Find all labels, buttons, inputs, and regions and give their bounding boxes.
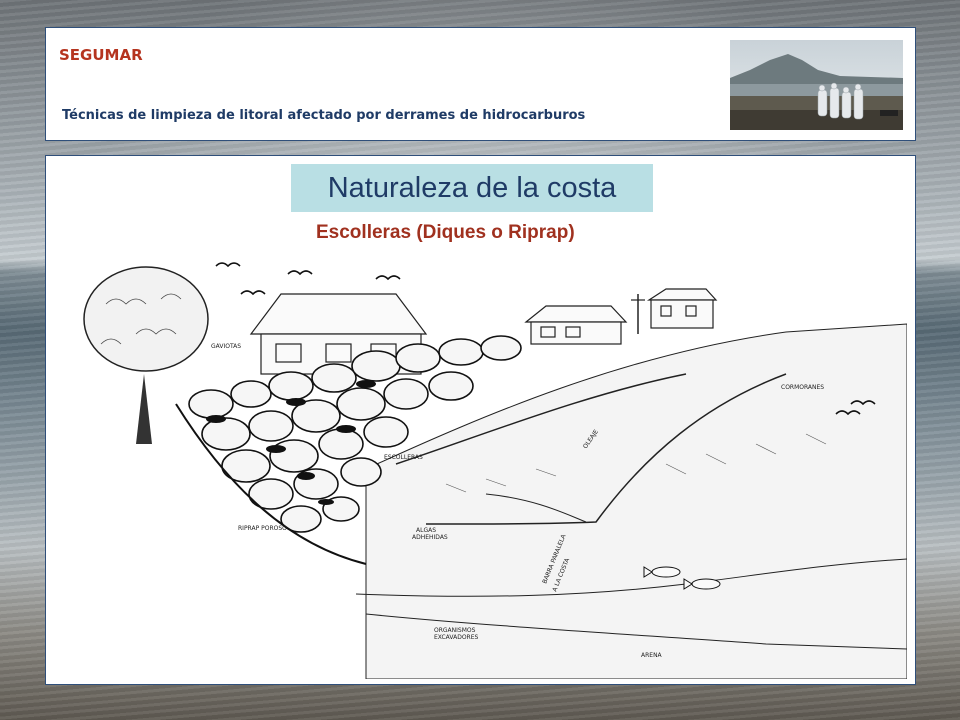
section-heading: Escolleras (Diques o Riprap) bbox=[316, 222, 575, 243]
label-riprap-poroso: RIPRAP POROSO bbox=[238, 525, 287, 532]
header-subtitle: Técnicas de limpieza de litoral afectado… bbox=[62, 108, 586, 123]
brand-name: SEGUMAR bbox=[59, 46, 143, 64]
content-panel: Naturaleza de la costa Escolleras (Dique… bbox=[45, 155, 916, 685]
header-panel: SEGUMAR Técnicas de limpieza de litoral … bbox=[45, 27, 916, 141]
gull-birds bbox=[215, 262, 401, 296]
label-algas-2: ADHEHIDAS bbox=[412, 534, 448, 541]
label-arena: ARENA bbox=[641, 652, 663, 659]
label-cormoranes: CORMORANES bbox=[781, 384, 824, 391]
slide-title: Naturaleza de la costa bbox=[291, 164, 653, 212]
house-right bbox=[646, 288, 718, 329]
house-middle bbox=[524, 305, 628, 345]
label-organismos: ORGANISMOS bbox=[434, 627, 476, 634]
tree-trunk bbox=[136, 374, 152, 444]
label-escolleras: ESCOLLERAS bbox=[384, 454, 423, 461]
label-organismos-2: EXCAVADORES bbox=[434, 634, 479, 641]
riprap-illustration: GAVIOTAS ESCOLLERAS OLEAJE CORMORANES RI… bbox=[66, 254, 907, 679]
tree-canopy bbox=[83, 266, 209, 372]
label-gaviotas: GAVIOTAS bbox=[211, 343, 241, 350]
header-photo bbox=[730, 40, 903, 130]
label-algas: ALGAS bbox=[416, 527, 436, 534]
